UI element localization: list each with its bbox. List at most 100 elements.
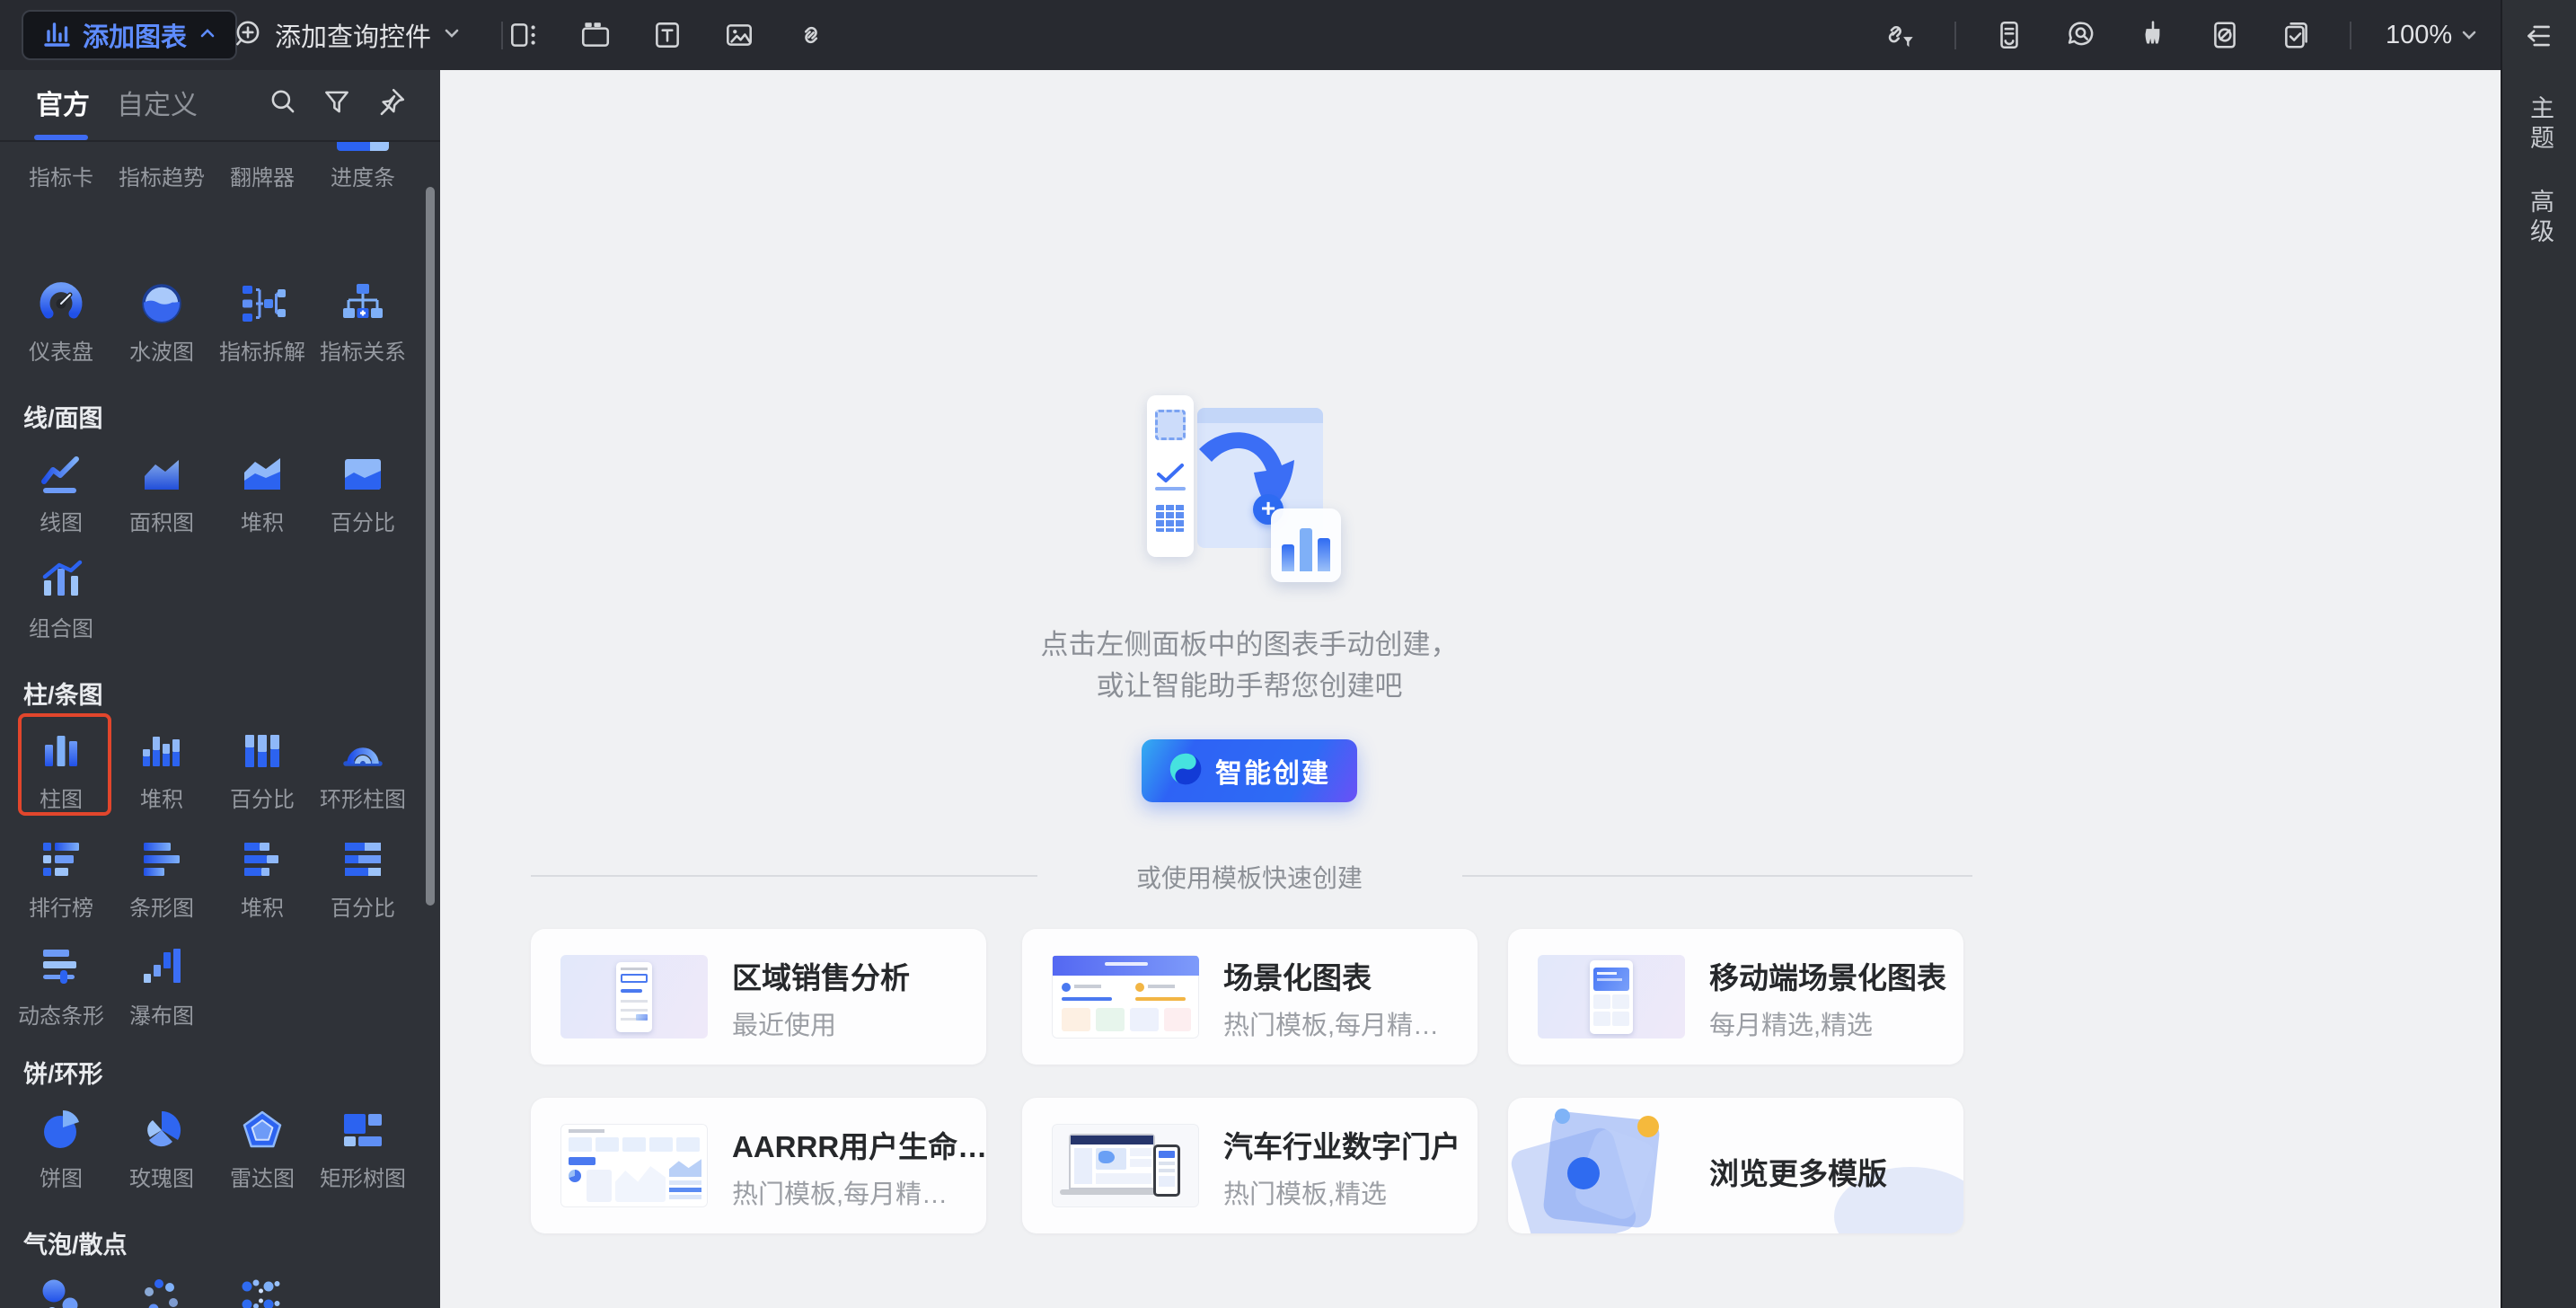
chart-type-bar-stack[interactable]: 堆积	[111, 728, 212, 813]
chart-type-facet-scatter[interactable]: 分面散点	[212, 1276, 313, 1308]
panel-tab-bar: 官方 自定义	[0, 70, 440, 142]
rail-item-advanced[interactable]: 高级	[2502, 180, 2576, 257]
template-title: 区域销售分析	[732, 961, 910, 994]
chart-type-label: 线图	[40, 511, 83, 535]
chevron-down-icon	[442, 23, 462, 48]
chart-type-gauge[interactable]: 仪表盘	[11, 280, 111, 366]
chart-type-pie[interactable]: 饼图	[11, 1107, 111, 1192]
link-icon[interactable]	[792, 16, 830, 54]
decompose-icon	[239, 280, 286, 327]
chart-type-label: 面积图	[129, 511, 194, 535]
toolbar-divider	[501, 22, 503, 49]
collapse-panel-icon[interactable]	[2523, 20, 2557, 54]
hbar-percent-icon	[340, 836, 386, 883]
chart-type-label: 堆积	[140, 788, 183, 812]
radar-icon	[239, 1107, 286, 1153]
panel-section-header: 柱/条图	[23, 682, 103, 709]
toolbar-divider	[2350, 21, 2351, 49]
chart-type-decompose[interactable]: 指标拆解	[212, 280, 313, 366]
chart-type-dynamic-bar[interactable]: 动态条形	[11, 944, 111, 1030]
hint-line-2: 或让智能助手帮您创建吧	[1096, 670, 1403, 702]
chart-type-label: 翻牌器	[230, 166, 295, 190]
chevron-up-icon	[198, 23, 217, 48]
panel-scrollbar[interactable]	[426, 187, 435, 906]
area-icon	[138, 451, 185, 498]
chart-type-ring-bar[interactable]: 环形柱图	[313, 728, 413, 813]
chart-type-label: 百分比	[331, 897, 395, 921]
add-chart-button[interactable]: 添加图表	[22, 10, 238, 60]
template-card-2[interactable]: 场景化图表 热门模板,每月精…	[1022, 929, 1478, 1065]
rail-item-theme[interactable]: 主题	[2502, 86, 2576, 164]
pin-icon[interactable]	[375, 86, 410, 122]
template-card-3[interactable]: 移动端场景化图表 每月精选,精选	[1508, 929, 1963, 1065]
add-query-control-button[interactable]: 添加查询控件	[232, 0, 462, 70]
template-card-1[interactable]: 区域销售分析 最近使用	[531, 929, 986, 1065]
active-tab-underline	[34, 135, 88, 140]
chart-type-waterfall[interactable]: 瀑布图	[111, 944, 212, 1030]
pie-icon	[38, 1107, 84, 1153]
image-icon[interactable]	[720, 16, 758, 54]
link-filter-icon[interactable]	[1883, 16, 1920, 54]
chart-type-relation[interactable]: 指标关系	[313, 280, 413, 366]
template-card-5[interactable]: 汽车行业数字门户 热门模板,精选	[1022, 1098, 1478, 1233]
chart-type-label: 百分比	[230, 788, 295, 812]
chart-type-rank[interactable]: 排行榜	[11, 836, 111, 922]
chart-type-hbar[interactable]: 条形图	[111, 836, 212, 922]
chart-type-treemap[interactable]: 矩形树图	[313, 1107, 413, 1192]
filter-icon[interactable]	[321, 86, 357, 122]
template-card-6[interactable]: 浏览更多模版	[1508, 1098, 1963, 1233]
panel-section-header: 线/面图	[23, 405, 103, 432]
tab-container-icon[interactable]	[577, 16, 614, 54]
chart-type-item[interactable]: 指标卡	[11, 142, 111, 191]
template-title: 汽车行业数字门户	[1223, 1130, 1460, 1163]
chart-type-item[interactable]: 指标趋势	[111, 142, 212, 191]
todo-check-icon[interactable]	[2278, 16, 2316, 54]
tab-official[interactable]: 官方	[36, 83, 90, 122]
toolbar-divider	[1954, 21, 1956, 49]
template-card-4[interactable]: AARRR用户生命… 热门模板,每月精…	[531, 1098, 986, 1233]
ring-bar-icon	[340, 728, 386, 774]
chart-type-progress-clipped[interactable]: 进度条	[313, 142, 413, 191]
mock-selection-icon	[1155, 410, 1186, 440]
tab-strip-icon[interactable]	[505, 16, 543, 54]
zoom-level-control[interactable]: 100%	[2386, 21, 2479, 50]
chart-type-liquid[interactable]: 水波图	[111, 280, 212, 366]
circle-plus-icon	[232, 17, 264, 54]
chart-type-hbar-stack[interactable]: 堆积	[212, 836, 313, 922]
chart-type-radar[interactable]: 雷达图	[212, 1107, 313, 1192]
icon-clipped	[11, 142, 111, 153]
chart-type-label: 指标趋势	[119, 166, 205, 190]
smart-create-button[interactable]: 智能创建	[1142, 739, 1357, 802]
progress-bar-icon-clipped	[313, 142, 413, 153]
insert-tools	[505, 0, 830, 70]
chart-type-line[interactable]: 线图	[11, 451, 111, 536]
chart-type-item[interactable]: 翻牌器	[212, 142, 313, 191]
empty-state-illustration: +	[1147, 388, 1349, 593]
chart-type-rose[interactable]: 玫瑰图	[111, 1107, 212, 1192]
search-icon[interactable]	[267, 86, 303, 122]
chart-type-label: 玫瑰图	[129, 1167, 194, 1191]
chart-type-area[interactable]: 面积图	[111, 451, 212, 536]
chart-type-bubble[interactable]: 气泡图	[11, 1276, 111, 1308]
template-thumbnail	[1052, 1124, 1199, 1207]
tab-custom[interactable]: 自定义	[117, 83, 198, 122]
brush-icon[interactable]	[2134, 16, 2172, 54]
gauge-icon	[38, 280, 84, 327]
chart-type-hbar-percent[interactable]: 百分比	[313, 836, 413, 922]
hbar-icon	[138, 836, 185, 883]
template-subtitle: 最近使用	[732, 1012, 837, 1040]
text-icon[interactable]	[648, 16, 686, 54]
chart-type-label: 雷达图	[230, 1167, 295, 1191]
template-thumbnail	[560, 955, 708, 1038]
chart-type-combo[interactable]: 组合图	[11, 557, 111, 642]
chart-type-area-percent[interactable]: 百分比	[313, 451, 413, 536]
chart-type-label: 进度条	[331, 166, 395, 190]
doc-lines-icon[interactable]	[1990, 16, 2028, 54]
chart-type-scatter[interactable]: 散点图	[111, 1276, 212, 1308]
chart-type-bar-percent[interactable]: 百分比	[212, 728, 313, 813]
liquid-icon	[138, 280, 185, 327]
chat-search-icon[interactable]	[2062, 16, 2100, 54]
chart-type-area-stack[interactable]: 堆积	[212, 451, 313, 536]
watermark-off-icon[interactable]	[2206, 16, 2244, 54]
dashboard-canvas: + 点击左侧面板中的图表手动创建， 或让智能助手帮您创建吧 智能创建 或使用模板…	[440, 70, 2501, 1308]
